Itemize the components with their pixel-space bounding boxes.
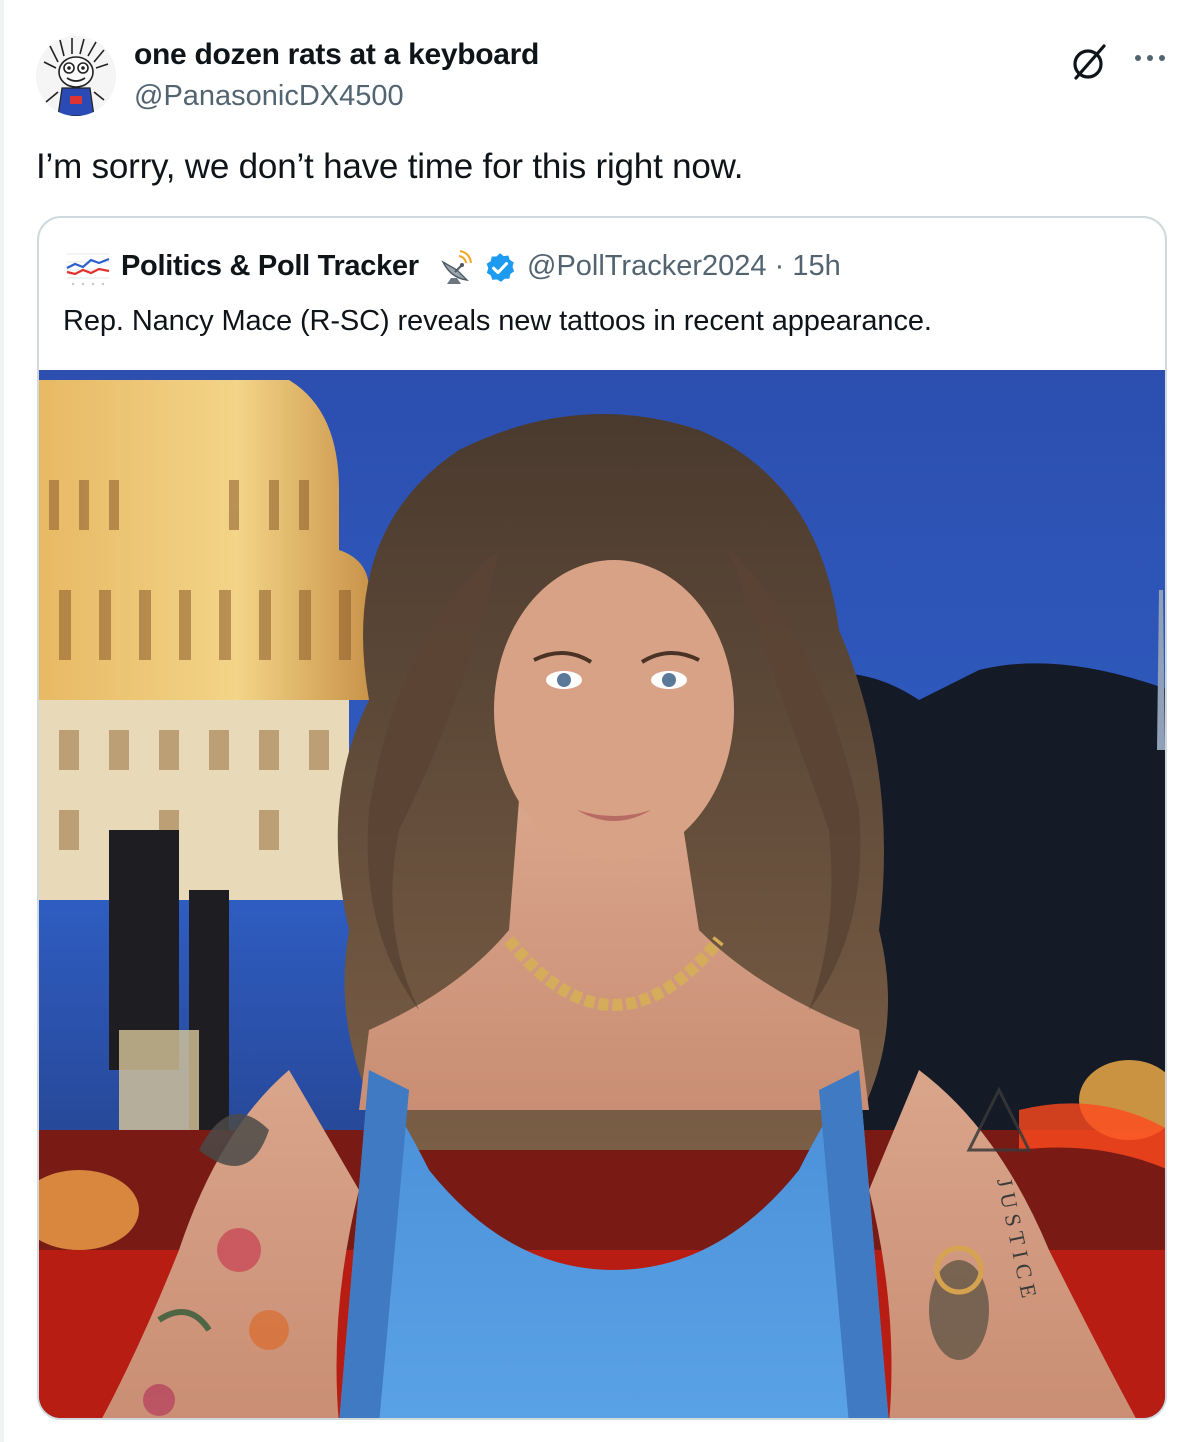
cartoon-avatar-icon [36,36,116,116]
grok-icon [1073,44,1106,80]
quoted-author-name[interactable]: Politics & Poll Tracker [121,250,419,283]
quoted-timestamp[interactable]: 15h [792,250,840,282]
verified-badge[interactable] [483,251,517,285]
tweet-text: I’m sorry, we don’t have time for this r… [36,147,744,186]
timeline-divider [0,0,4,1442]
quoted-tweet-card[interactable]: Politics & Poll Tracker @PollTracker2024… [37,216,1167,1420]
author-handle[interactable]: @PanasonicDX4500 [134,80,404,113]
grok-button[interactable] [1068,40,1112,84]
satellite-dish-emoji [437,248,475,286]
quoted-author-avatar[interactable] [63,242,113,292]
quoted-meta: @PollTracker2024 · 15h [527,250,841,283]
quoted-tweet-photo[interactable]: JUSTICE [39,370,1165,1418]
meta-separator: · [766,250,793,282]
author-name[interactable]: one dozen rats at a keyboard [134,38,539,72]
more-options-button[interactable] [1128,38,1172,78]
quoted-tweet-text: Rep. Nancy Mace (R-SC) reveals new tatto… [63,305,932,337]
satellite-dish-icon [441,250,472,284]
quoted-author-handle[interactable]: @PollTracker2024 [527,250,767,282]
author-avatar[interactable] [36,36,116,116]
verified-badge-icon [486,253,515,282]
poll-chart-avatar-icon [63,242,113,292]
more-options-icon [1135,55,1165,61]
photo-illustration: JUSTICE [39,370,1165,1418]
